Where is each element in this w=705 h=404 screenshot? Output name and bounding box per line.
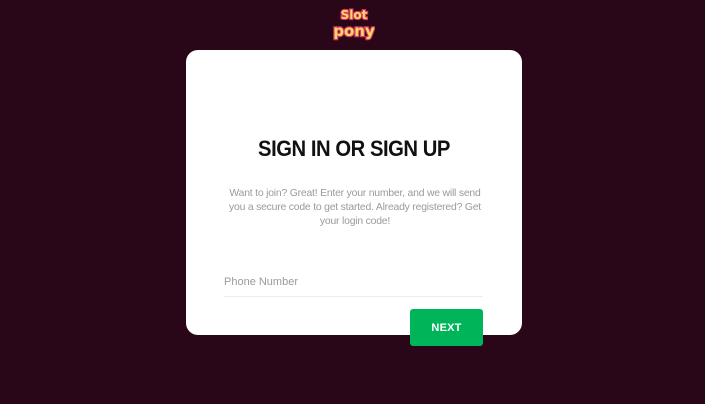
page-title: SIGN IN OR SIGN UP — [258, 136, 450, 161]
phone-number-input[interactable] — [224, 268, 483, 297]
logo-text-bottom: pony — [333, 22, 375, 40]
signin-description: Want to join? Great! Enter your number, … — [229, 188, 481, 227]
logo-graphic: Slot pony — [333, 7, 375, 41]
page: Slot pony SIGN IN OR SIGN UP Want to joi… — [0, 0, 705, 404]
logo-text-top: Slot — [341, 8, 368, 22]
signin-card: SIGN IN OR SIGN UP Want to join? Great! … — [186, 50, 522, 346]
next-button[interactable]: NEXT — [410, 309, 483, 346]
slotpony-logo[interactable]: Slot pony — [333, 4, 375, 42]
